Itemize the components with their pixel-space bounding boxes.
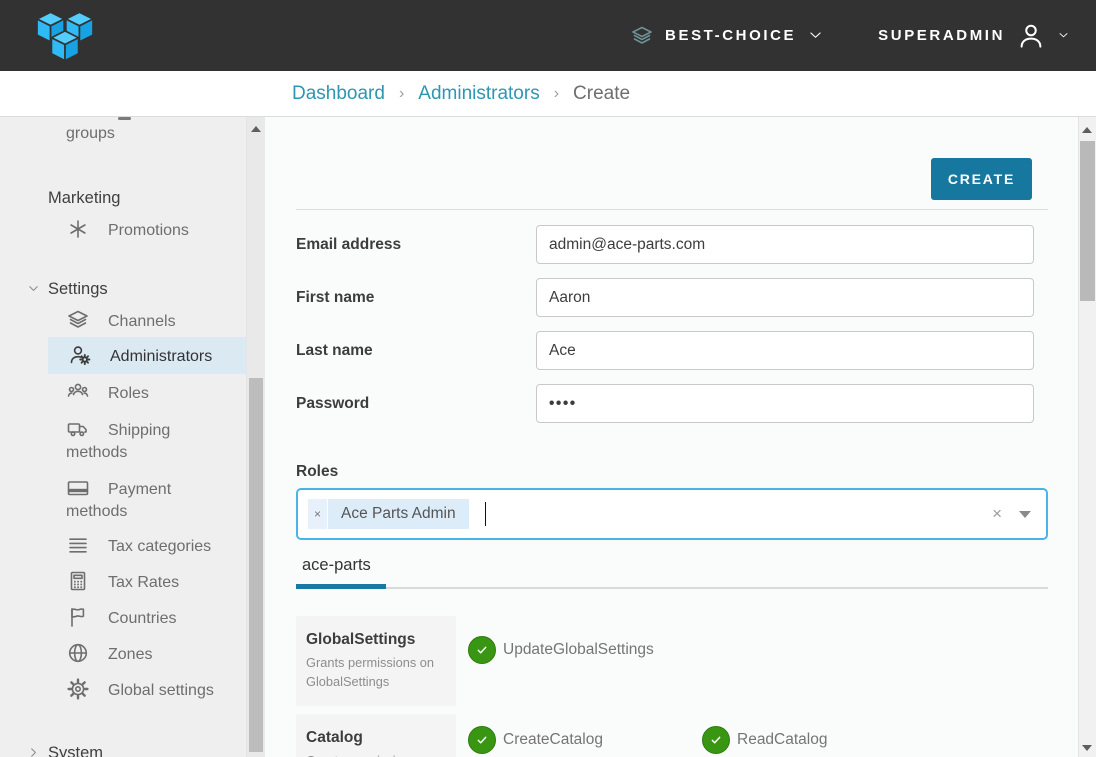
- sidebar-item-administrators[interactable]: Administrators: [48, 337, 246, 374]
- people-group-icon: [66, 380, 90, 404]
- text-cursor: [485, 502, 487, 526]
- sidebar-section-settings[interactable]: Settings: [0, 278, 265, 300]
- permission-group-name: Catalog: [306, 729, 448, 747]
- calculator-icon: [66, 569, 90, 593]
- password-field[interactable]: [536, 384, 1034, 423]
- sidebar-item-channels[interactable]: Channels: [0, 308, 265, 333]
- create-button[interactable]: CREATE: [931, 158, 1032, 200]
- sidebar-item-promotions[interactable]: Promotions: [0, 217, 265, 242]
- sidebar-scrollbar[interactable]: [246, 117, 265, 757]
- permission-group-description: Grants permissions on GlobalSettings: [306, 654, 448, 691]
- logo-cube-icon[interactable]: [28, 8, 102, 64]
- roles-label: Roles: [296, 463, 1048, 481]
- chevron-down-icon: [807, 27, 824, 44]
- chip-remove-icon[interactable]: ×: [308, 499, 328, 529]
- divider: [296, 209, 1048, 210]
- sidebar-item-payment-methods[interactable]: Payment methods: [0, 476, 180, 523]
- scroll-up-arrow[interactable]: [251, 126, 261, 132]
- sidebar-item-shipping-methods[interactable]: Shipping methods: [0, 417, 180, 464]
- form-row-last-name: Last name: [296, 331, 1048, 370]
- dropdown-caret-icon[interactable]: [1019, 511, 1031, 518]
- last-name-field[interactable]: [536, 331, 1034, 370]
- first-name-label: First name: [296, 289, 536, 307]
- first-name-field[interactable]: [536, 278, 1034, 317]
- tab-ace-parts[interactable]: ace-parts: [296, 556, 386, 589]
- list-icon: [66, 533, 90, 557]
- permission-label: ReadCatalog: [737, 731, 827, 749]
- scroll-up-arrow[interactable]: [1082, 127, 1092, 133]
- role-chip: × Ace Parts Admin: [308, 499, 469, 529]
- permission-label: UpdateGlobalSettings: [503, 641, 654, 659]
- table-row-catalog: Catalog Grants permissions on Products, …: [296, 714, 1048, 757]
- clipped-icon-fragment: [118, 117, 131, 120]
- table-row-globalsettings: GlobalSettings Grants permissions on Glo…: [296, 616, 1048, 706]
- permission-toggle-createcatalog[interactable]: CreateCatalog: [468, 726, 702, 754]
- gear-icon: [66, 677, 90, 701]
- main-scrollbar[interactable]: [1078, 117, 1096, 757]
- flag-icon: [66, 605, 90, 629]
- top-bar: BEST-CHOICE SUPERADMIN: [0, 0, 1096, 71]
- check-circle-icon: [702, 726, 730, 754]
- email-label: Email address: [296, 236, 536, 254]
- breadcrumb-administrators[interactable]: Administrators: [418, 83, 539, 105]
- store-name: BEST-CHOICE: [665, 27, 796, 44]
- permission-group-cell: Catalog Grants permissions on Products, …: [296, 714, 456, 757]
- form-row-password: Password: [296, 384, 1048, 423]
- chevron-right-icon: [26, 745, 41, 757]
- last-name-label: Last name: [296, 342, 536, 360]
- truck-icon: [66, 417, 90, 441]
- person-gear-icon: [68, 343, 92, 367]
- breadcrumb: Dashboard › Administrators › Create: [0, 71, 1096, 117]
- sidebar: groups Marketing Promotions Settings Cha…: [0, 117, 265, 757]
- layers-icon: [630, 24, 654, 48]
- email-field[interactable]: [536, 225, 1034, 264]
- scrollbar-thumb[interactable]: [249, 378, 263, 752]
- breadcrumb-separator: ›: [399, 85, 404, 103]
- clear-selection-icon[interactable]: ×: [992, 504, 1002, 524]
- password-label: Password: [296, 395, 536, 413]
- permission-toggle-readcatalog[interactable]: ReadCatalog: [702, 726, 936, 754]
- chevron-down-icon: [1057, 29, 1070, 42]
- form-row-first-name: First name: [296, 278, 1048, 317]
- sidebar-item-tax-rates[interactable]: Tax Rates: [0, 569, 265, 594]
- layers-icon: [66, 308, 90, 332]
- credit-card-icon: [66, 476, 90, 500]
- sidebar-item-roles[interactable]: Roles: [0, 380, 265, 405]
- chevron-down-icon: [26, 281, 41, 296]
- sidebar-item-global-settings[interactable]: Global settings: [0, 677, 265, 702]
- permission-toggle-updateglobalsettings[interactable]: UpdateGlobalSettings: [468, 636, 702, 664]
- user-menu[interactable]: SUPERADMIN: [878, 21, 1070, 51]
- permission-group-description: Grants permissions on Products, Facets: [306, 752, 448, 757]
- chip-label: Ace Parts Admin: [328, 499, 469, 529]
- sidebar-item-countries[interactable]: Countries: [0, 605, 265, 630]
- permissions-table: GlobalSettings Grants permissions on Glo…: [296, 616, 1048, 757]
- roles-multiselect[interactable]: × Ace Parts Admin ×: [296, 488, 1048, 540]
- check-circle-icon: [468, 726, 496, 754]
- breadcrumb-separator: ›: [554, 85, 559, 103]
- permission-group-name: GlobalSettings: [306, 631, 448, 649]
- sidebar-section-system[interactable]: System: [0, 742, 265, 757]
- asterisk-icon: [66, 217, 90, 241]
- globe-icon: [66, 641, 90, 665]
- permission-tabs: ace-parts: [296, 556, 1048, 589]
- permission-group-cell: GlobalSettings Grants permissions on Glo…: [296, 616, 456, 706]
- store-switcher[interactable]: BEST-CHOICE: [630, 24, 824, 48]
- form-row-email: Email address: [296, 225, 1048, 264]
- scrollbar-thumb[interactable]: [1080, 141, 1095, 301]
- main-panel: CREATE Email address First name Last nam…: [265, 117, 1078, 757]
- user-name: SUPERADMIN: [878, 27, 1005, 44]
- check-circle-icon: [468, 636, 496, 664]
- scroll-down-arrow[interactable]: [1082, 745, 1092, 751]
- sidebar-item-zones[interactable]: Zones: [0, 641, 265, 666]
- breadcrumb-current: Create: [573, 83, 630, 105]
- permission-label: CreateCatalog: [503, 731, 603, 749]
- breadcrumb-dashboard[interactable]: Dashboard: [292, 83, 385, 105]
- sidebar-section-marketing: Marketing: [0, 187, 265, 209]
- sidebar-item-tax-categories[interactable]: Tax categories: [0, 533, 265, 558]
- person-icon: [1016, 21, 1046, 51]
- sidebar-item-groups-clipped[interactable]: groups: [0, 123, 265, 145]
